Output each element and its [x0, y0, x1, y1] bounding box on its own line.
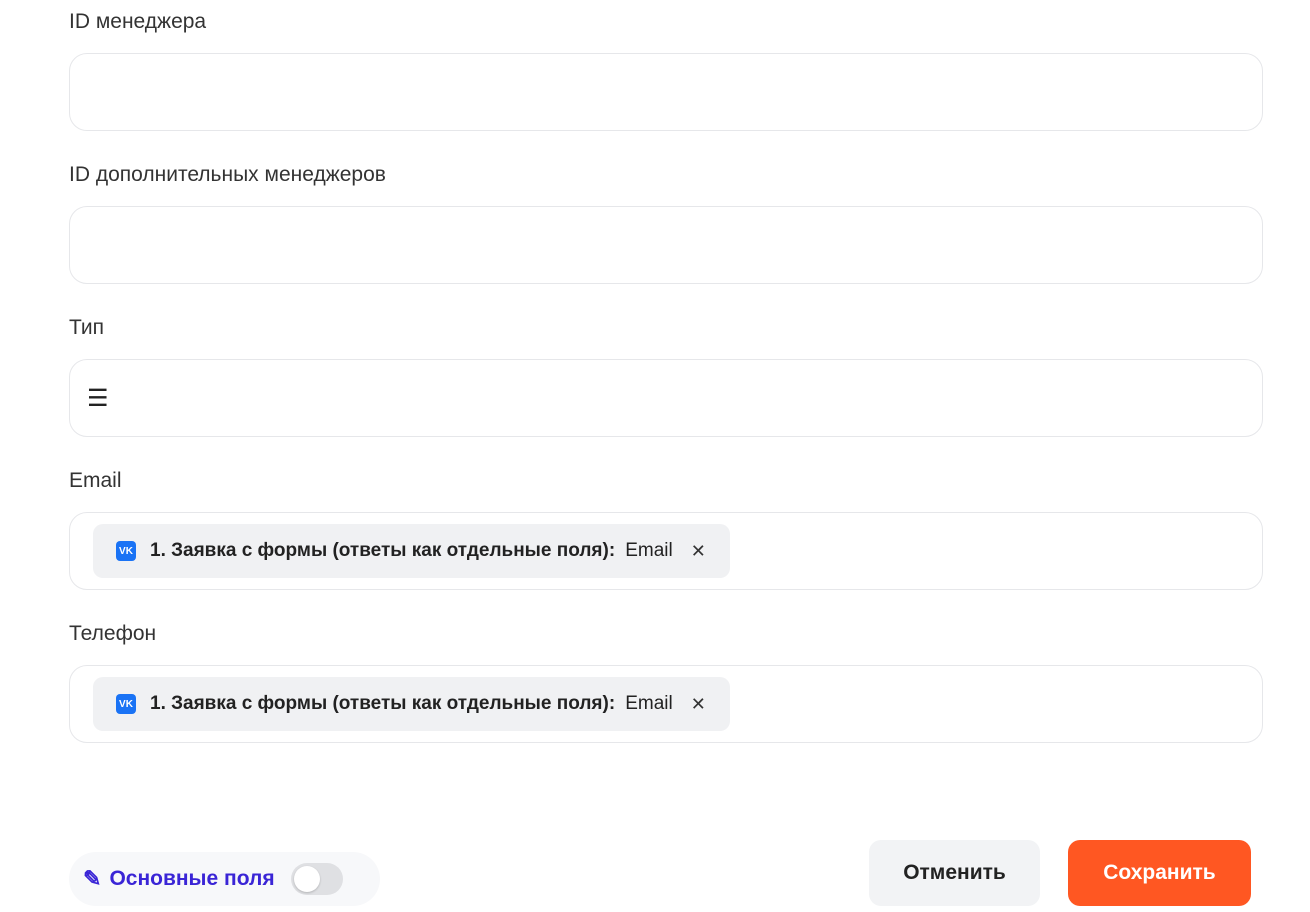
phone-field[interactable]: VK 1. Заявка с формы (ответы как отдельн…: [69, 665, 1263, 743]
close-icon[interactable]: ✕: [691, 694, 706, 715]
manager-id-label: ID менеджера: [69, 10, 207, 33]
toggle-switch[interactable]: [290, 863, 343, 895]
type-label: Тип: [69, 316, 105, 339]
chip-field: Email: [625, 693, 673, 714]
type-select[interactable]: ☰: [69, 359, 1263, 437]
main-fields-label: Основные поля: [109, 867, 275, 890]
email-label: Email: [69, 469, 122, 492]
form-sparkle-icon: ✎: [83, 866, 102, 891]
chip-source: 1. Заявка с формы (ответы как отдельные …: [150, 693, 616, 714]
extra-managers-input[interactable]: [69, 206, 1263, 284]
email-chip: VK 1. Заявка с формы (ответы как отдельн…: [93, 524, 730, 578]
main-fields-toggle[interactable]: ✎ Основные поля: [69, 852, 380, 906]
chip-source: 1. Заявка с формы (ответы как отдельные …: [150, 540, 616, 561]
phone-chip: VK 1. Заявка с формы (ответы как отдельн…: [93, 677, 730, 731]
email-field[interactable]: VK 1. Заявка с формы (ответы как отдельн…: [69, 512, 1263, 590]
manager-id-input[interactable]: [69, 53, 1263, 131]
close-icon[interactable]: ✕: [691, 541, 706, 562]
phone-label: Телефон: [69, 622, 157, 645]
list-icon: ☰: [87, 384, 109, 412]
chip-field: Email: [625, 540, 673, 561]
cancel-button[interactable]: Отменить: [869, 840, 1040, 906]
extra-managers-label: ID дополнительных менеджеров: [69, 163, 386, 186]
vk-icon: VK: [116, 694, 136, 714]
save-button[interactable]: Сохранить: [1068, 840, 1251, 906]
vk-icon: VK: [116, 541, 136, 561]
